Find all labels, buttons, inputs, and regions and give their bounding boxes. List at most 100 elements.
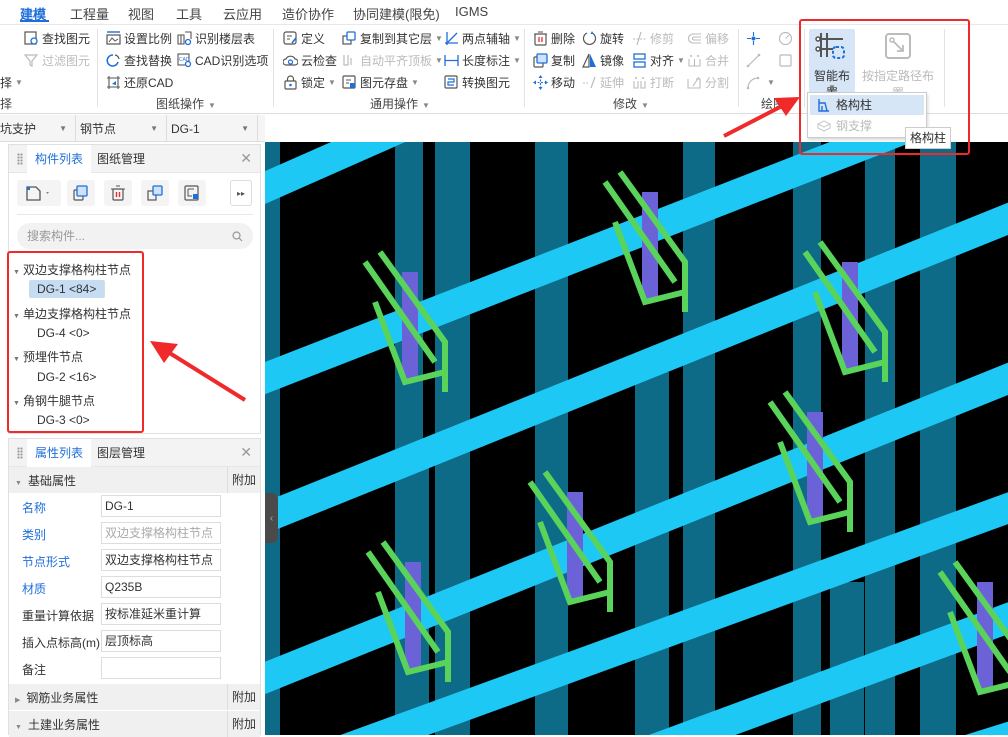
caret-down-icon: ▼: [15, 724, 22, 731]
draw-line-button[interactable]: [746, 51, 764, 69]
property-name-field[interactable]: DG-1: [101, 495, 221, 517]
general-ops-group-label[interactable]: 通用操作 ▼: [370, 95, 430, 112]
rotate-button[interactable]: 旋转: [582, 29, 624, 47]
menu-cost-collab[interactable]: 造价协作: [282, 4, 334, 23]
tree-item[interactable]: DG-1 <84>: [29, 280, 106, 298]
property-row: 插入点标高(m) 层顶标高: [9, 628, 260, 655]
collapse-panel-button[interactable]: ‹: [265, 493, 278, 543]
element-save-button[interactable]: 图元存盘 ▼: [342, 73, 419, 91]
separator: [804, 29, 805, 107]
delete-component-button[interactable]: [104, 180, 132, 206]
property-insert-elevation-field[interactable]: 层顶标高: [101, 630, 221, 652]
smart-layout-button[interactable]: 智能布置 ▼: [809, 29, 855, 100]
split-button[interactable]: 分割: [687, 73, 729, 91]
tree-item[interactable]: DG-2 <16>: [29, 368, 104, 386]
component-search-input[interactable]: 搜索构件...: [17, 223, 253, 249]
chevron-left-icon: ‹: [269, 512, 274, 524]
drawing-ops-group-label[interactable]: 图纸操作 ▼: [156, 95, 216, 112]
path-layout-button[interactable]: 按指定路径布置: [858, 29, 938, 100]
copy-to-other-floor-button[interactable]: 复制到其它层 ▼: [342, 29, 443, 47]
chevron-down-icon: ▼: [241, 124, 249, 133]
merge-button[interactable]: 合并: [687, 51, 729, 69]
delete-button[interactable]: 删除: [533, 29, 575, 47]
tree-group[interactable]: ▼ 单边支撑格构柱节点: [13, 305, 131, 322]
length-dim-button[interactable]: 长度标注 ▼: [444, 51, 521, 69]
tab-property-list[interactable]: 属性列表: [27, 439, 92, 467]
save-component-button[interactable]: [178, 180, 206, 206]
section-rebar-properties[interactable]: ▶ 钢筋业务属性 附加: [9, 684, 260, 710]
break-button[interactable]: 打断: [632, 73, 674, 91]
define-button[interactable]: 定义: [283, 29, 325, 47]
tab-drawing-management[interactable]: 图纸管理: [89, 145, 153, 173]
copy-button[interactable]: 复制: [533, 51, 575, 69]
copy-icon: [73, 185, 88, 201]
cloud-check-button[interactable]: 云检查: [282, 51, 337, 69]
move-button[interactable]: 移动: [533, 73, 575, 91]
extend-button[interactable]: 延伸: [582, 73, 624, 91]
section-basic-properties[interactable]: ▼ 基础属性 附加: [9, 467, 260, 493]
tree-group[interactable]: ▼ 角钢牛腿节点: [13, 392, 95, 409]
menu-view[interactable]: 视图: [128, 4, 154, 23]
3d-viewport[interactable]: [265, 142, 1008, 735]
break-label: 打断: [650, 75, 675, 90]
find-replace-button[interactable]: 查找替换: [106, 51, 172, 69]
close-icon[interactable]: ✕: [240, 150, 252, 167]
menu-igms[interactable]: IGMS: [455, 4, 488, 19]
mirror-label: 镜像: [600, 53, 625, 68]
copy-component-button[interactable]: [67, 180, 95, 206]
category-select[interactable]: 坑支护 ▼: [0, 115, 76, 142]
auto-align-top-button[interactable]: 自动平齐顶板 ▼: [342, 51, 443, 69]
find-element-button[interactable]: 查找图元: [24, 29, 90, 47]
dropdown-item-lattice-column[interactable]: 格构柱: [810, 95, 924, 115]
new-component-button[interactable]: [17, 180, 61, 206]
menu-cloud-apps[interactable]: 云应用: [223, 4, 262, 23]
tree-item[interactable]: DG-3 <0>: [29, 411, 98, 429]
lock-button[interactable]: 锁定 ▼: [283, 73, 336, 91]
3d-scene[interactable]: [265, 142, 1008, 735]
tree-item[interactable]: DG-4 <0>: [29, 324, 98, 342]
define-label: 定义: [301, 31, 326, 46]
dropdown-item-label: 钢支撑: [836, 119, 873, 133]
align-button[interactable]: 对齐 ▼: [632, 51, 685, 69]
set-scale-button[interactable]: 设置比例: [106, 29, 172, 47]
draw-arc-button[interactable]: ▼: [746, 73, 775, 91]
select-dropdown-button[interactable]: 择 ▼: [0, 73, 23, 91]
section-civil-properties[interactable]: ▼ 土建业务属性 附加: [9, 711, 260, 737]
component-select[interactable]: DG-1 ▼: [167, 115, 258, 142]
drag-handle-icon[interactable]: [17, 447, 23, 459]
close-icon[interactable]: ✕: [240, 444, 252, 461]
trim-button[interactable]: 修剪: [632, 29, 674, 47]
type-value: 钢节点: [80, 122, 117, 136]
two-point-axis-button[interactable]: 两点辅轴 ▼: [444, 29, 521, 47]
identify-floor-table-button[interactable]: 识别楼层表: [177, 29, 255, 47]
property-material-field[interactable]: Q235B: [101, 576, 221, 598]
property-weight-basis-field[interactable]: 按标准延米重计算: [101, 603, 221, 625]
align-label: 对齐: [650, 53, 675, 68]
lock-label: 锁定: [301, 75, 326, 90]
tree-group[interactable]: ▼ 双边支撑格构柱节点: [13, 261, 131, 278]
draw-circle-button[interactable]: [778, 29, 796, 47]
cad-identify-options-button[interactable]: CAD CAD识别选项: [177, 51, 268, 69]
copy-icon: [533, 52, 548, 68]
more-button[interactable]: ▸▸: [230, 180, 252, 206]
tab-component-list[interactable]: 构件列表: [27, 145, 92, 173]
duplicate-component-button[interactable]: [141, 180, 169, 206]
filter-element-button[interactable]: 过滤图元: [23, 51, 90, 69]
menu-tools[interactable]: 工具: [176, 4, 202, 23]
menu-collab-modeling[interactable]: 协同建模(限免): [353, 4, 440, 23]
modify-group-label[interactable]: 修改 ▼: [613, 95, 649, 112]
property-remark-field[interactable]: [101, 657, 221, 679]
offset-button[interactable]: 偏移: [687, 29, 729, 47]
drag-handle-icon[interactable]: [17, 153, 23, 165]
restore-cad-button[interactable]: 还原CAD: [106, 73, 173, 91]
draw-rect-button[interactable]: [778, 51, 796, 69]
mirror-button[interactable]: 镜像: [582, 51, 624, 69]
tab-layer-management[interactable]: 图层管理: [89, 439, 153, 467]
tree-group[interactable]: ▼ 预埋件节点: [13, 348, 83, 365]
property-node-form-field[interactable]: 双边支撑格构柱节点: [101, 549, 221, 571]
convert-element-button[interactable]: 转换图元: [444, 73, 510, 91]
menu-quantity[interactable]: 工程量: [70, 4, 109, 23]
draw-point-button[interactable]: [746, 29, 764, 47]
section-title: 钢筋业务属性: [26, 691, 99, 705]
type-select[interactable]: 钢节点 ▼: [76, 115, 167, 142]
